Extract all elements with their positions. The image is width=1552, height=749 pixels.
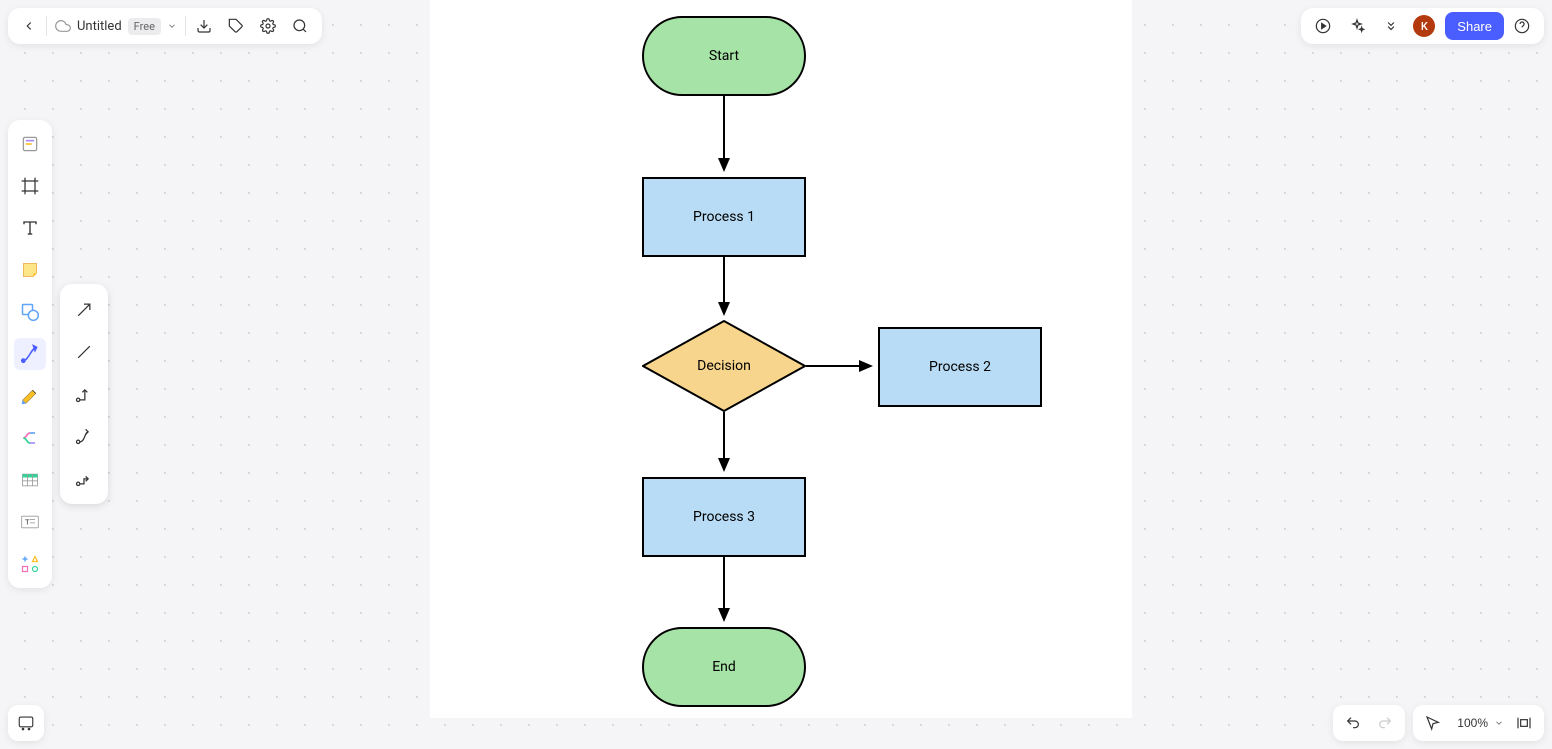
node-process-3[interactable]: Process 3 xyxy=(642,477,806,557)
search-icon xyxy=(292,18,308,34)
sparkle-icon xyxy=(1349,18,1365,34)
present-button[interactable] xyxy=(1307,10,1339,42)
plan-badge: Free xyxy=(128,18,161,35)
connector-straight-arrow[interactable] xyxy=(66,292,102,328)
step-connector-icon xyxy=(74,468,94,488)
connector-step[interactable] xyxy=(66,460,102,496)
zoom-dropdown[interactable]: 100% xyxy=(1449,707,1508,739)
tag-button[interactable] xyxy=(220,10,252,42)
fit-view-icon xyxy=(1516,715,1532,731)
node-decision-label: Decision xyxy=(642,320,806,412)
top-right-toolbar: K Share xyxy=(1301,8,1544,44)
tool-table[interactable] xyxy=(14,464,46,496)
bottom-right-group: 100% xyxy=(1333,705,1544,741)
node-process-2[interactable]: Process 2 xyxy=(878,327,1042,407)
zoom-value: 100% xyxy=(1453,716,1492,730)
cursor-icon xyxy=(1425,715,1441,731)
zoom-panel: 100% xyxy=(1413,705,1544,741)
tool-mindmap[interactable] xyxy=(14,422,46,454)
download-button[interactable] xyxy=(188,10,220,42)
connector-icon xyxy=(20,344,40,364)
help-icon xyxy=(1514,18,1530,34)
undo-icon xyxy=(1345,715,1361,731)
cloud-icon xyxy=(55,18,71,34)
textbox-icon: T xyxy=(20,514,40,530)
slides-icon xyxy=(17,714,35,732)
tool-shape[interactable] xyxy=(14,296,46,328)
tool-note-block[interactable] xyxy=(14,128,46,160)
avatar[interactable]: K xyxy=(1413,15,1435,37)
mindmap-icon xyxy=(20,428,40,448)
sparkle-button[interactable] xyxy=(1341,10,1373,42)
node-process-1-label: Process 1 xyxy=(693,209,755,225)
redo-button[interactable] xyxy=(1369,707,1401,739)
connector-curved[interactable] xyxy=(66,418,102,454)
presentation-panel-button[interactable] xyxy=(8,705,44,741)
help-button[interactable] xyxy=(1506,10,1538,42)
settings-button[interactable] xyxy=(252,10,284,42)
arrow-up-right-icon xyxy=(74,300,94,320)
cursor-mode-button[interactable] xyxy=(1417,707,1449,739)
elbow-icon xyxy=(74,384,94,404)
frame-canvas[interactable]: Start Process 1 Decision Process 2 Proce… xyxy=(430,0,1132,718)
node-decision[interactable]: Decision xyxy=(642,320,806,412)
sticky-note-icon xyxy=(20,260,40,280)
node-start[interactable]: Start xyxy=(642,16,806,96)
tool-text[interactable] xyxy=(14,212,46,244)
left-toolbar: T xyxy=(8,120,52,588)
doc-title: Untitled xyxy=(77,19,122,34)
shapes-plus-icon xyxy=(20,554,40,574)
tool-textbox[interactable]: T xyxy=(14,506,46,538)
node-process-3-label: Process 3 xyxy=(693,509,755,525)
pen-icon xyxy=(20,386,40,406)
connector-elbow[interactable] xyxy=(66,376,102,412)
top-left-toolbar: Untitled Free xyxy=(8,8,322,44)
node-end-label: End xyxy=(712,659,736,675)
node-process-2-label: Process 2 xyxy=(929,359,991,375)
text-icon xyxy=(21,219,39,237)
table-icon xyxy=(20,470,40,490)
back-button[interactable] xyxy=(14,10,44,42)
undo-redo-panel xyxy=(1333,705,1405,741)
tag-icon xyxy=(228,18,244,34)
curved-connector-icon xyxy=(74,426,94,446)
tool-pen[interactable] xyxy=(14,380,46,412)
tool-frame[interactable] xyxy=(14,170,46,202)
share-button[interactable]: Share xyxy=(1445,12,1504,40)
divider xyxy=(46,16,47,36)
connector-line[interactable] xyxy=(66,334,102,370)
search-button[interactable] xyxy=(284,10,316,42)
fit-view-button[interactable] xyxy=(1508,707,1540,739)
svg-text:T: T xyxy=(25,518,30,527)
redo-icon xyxy=(1377,715,1393,731)
doc-title-group[interactable]: Untitled Free xyxy=(49,10,183,42)
download-icon xyxy=(196,18,212,34)
chevron-down-icon xyxy=(167,21,177,31)
node-end[interactable]: End xyxy=(642,627,806,707)
gear-icon xyxy=(260,18,276,34)
undo-button[interactable] xyxy=(1337,707,1369,739)
chevron-down-icon xyxy=(1494,718,1504,728)
play-circle-icon xyxy=(1315,18,1331,34)
chevrons-down-icon xyxy=(1384,19,1398,33)
divider xyxy=(185,16,186,36)
node-process-1[interactable]: Process 1 xyxy=(642,177,806,257)
chevron-left-icon xyxy=(22,19,36,33)
line-icon xyxy=(74,342,94,362)
shape-icon xyxy=(20,302,40,322)
node-start-label: Start xyxy=(709,48,739,64)
connector-flyout xyxy=(60,284,108,504)
collapse-button[interactable] xyxy=(1375,10,1407,42)
tool-connector[interactable] xyxy=(14,338,46,370)
tool-sticky-note[interactable] xyxy=(14,254,46,286)
tool-more-shapes[interactable] xyxy=(14,548,46,580)
frame-icon xyxy=(20,176,40,196)
note-block-icon xyxy=(20,134,40,154)
